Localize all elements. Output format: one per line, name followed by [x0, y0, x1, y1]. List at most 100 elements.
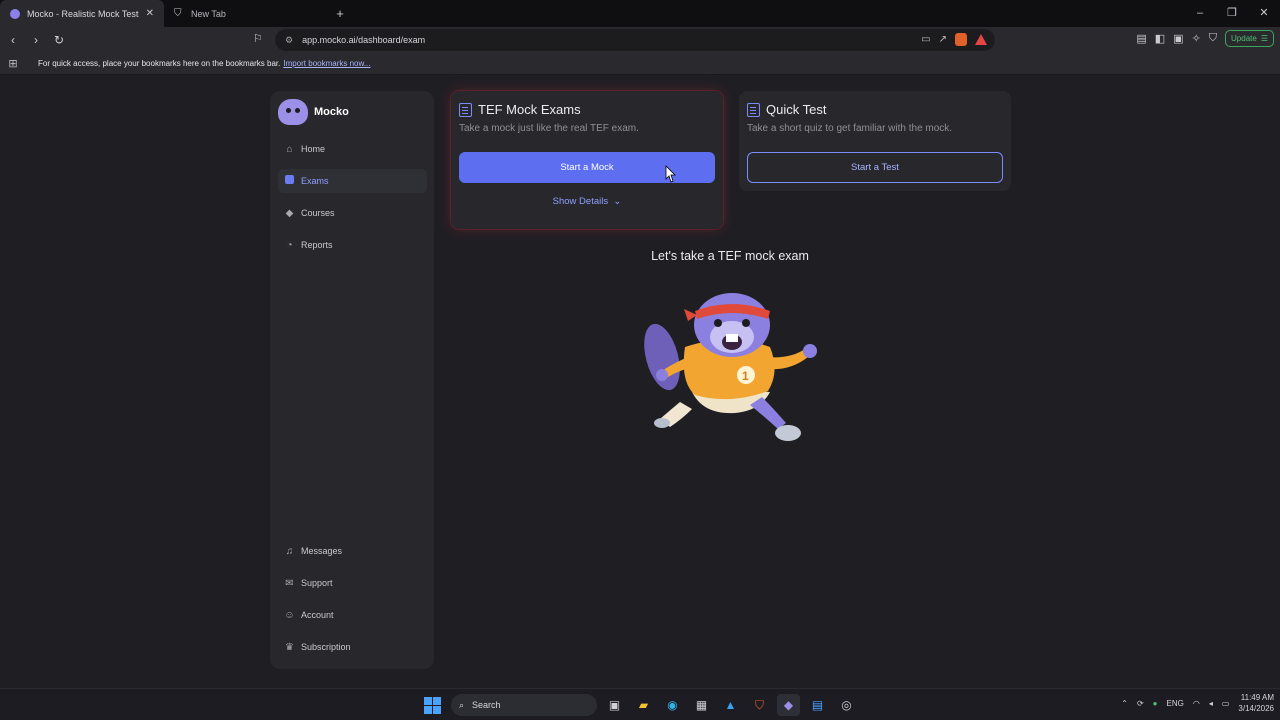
forward-icon[interactable]: ›: [26, 33, 46, 47]
sidebar-item-support[interactable]: ✉ Support: [278, 571, 427, 595]
tab-new-tab[interactable]: ⛉ New Tab: [164, 0, 328, 27]
mocko-favicon-icon: [10, 8, 20, 19]
apps-grid-icon[interactable]: ⊞: [0, 57, 26, 70]
windows-taskbar: ⌕ Search ▣ ▰ ◉ ▦ ▲ ⛉ ◆ ▤ ◎ ⌃ ⟳ ● ENG ◠ ◂…: [0, 688, 1280, 720]
system-tray: ⌃ ⟳ ● ENG ◠ ◂ ▭ 11:49 AM 3/14/2026: [1121, 692, 1274, 714]
update-button[interactable]: Update ☰: [1225, 30, 1274, 47]
file-explorer-icon[interactable]: ▰: [632, 694, 655, 716]
edge-icon[interactable]: ◉: [661, 694, 684, 716]
chart-pie-icon: ◔: [286, 239, 293, 251]
url-field[interactable]: ⚙ app.mocko.ai/dashboard/exam ▭ ↗: [275, 29, 995, 51]
sidebar-item-label: Support: [301, 578, 333, 588]
taskbar-apps: ⌕ Search ▣ ▰ ◉ ▦ ▲ ⛉ ◆ ▤ ◎: [424, 694, 858, 716]
quick-test-card: Quick Test Take a short quiz to get fami…: [739, 91, 1011, 191]
home-icon: ⌂: [286, 143, 293, 155]
chevron-up-icon[interactable]: ⌃: [1121, 699, 1128, 708]
sidebar-item-label: Subscription: [301, 642, 351, 652]
url-text: app.mocko.ai/dashboard/exam: [302, 35, 426, 45]
microsoft-store-icon[interactable]: ▦: [690, 694, 713, 716]
new-tab-button[interactable]: +: [328, 6, 352, 21]
toolbar-right: ▤ ◧ ▣ ✧ ⛉ Update ☰: [1136, 30, 1274, 47]
microphone-icon[interactable]: ●: [1153, 699, 1158, 708]
brand-name: Mocko: [314, 106, 349, 118]
mouse-cursor-icon: [665, 165, 676, 183]
exam-prompt: Let's take a TEF mock exam: [651, 249, 809, 263]
card-header: TEF Mock Exams: [459, 102, 715, 117]
bookmark-icon[interactable]: ⚐: [253, 32, 263, 45]
brave-shield-icon: ⛉: [174, 7, 182, 19]
search-label: Search: [472, 700, 501, 710]
time: 11:49 AM: [1240, 693, 1274, 702]
bookmarks-message: For quick access, place your bookmarks h…: [38, 59, 281, 68]
volume-icon[interactable]: ◂: [1209, 699, 1213, 708]
language-indicator[interactable]: ENG: [1167, 699, 1184, 708]
brand[interactable]: Mocko: [278, 99, 349, 125]
wallet-icon[interactable]: ▣: [1173, 32, 1183, 45]
brave-shields-icon[interactable]: [955, 33, 967, 46]
app-store-icon[interactable]: ▲: [719, 694, 742, 716]
restore-icon[interactable]: ❐: [1216, 0, 1248, 27]
chevron-down-icon: ⌄: [610, 196, 622, 207]
show-details-label: Show Details: [552, 196, 609, 207]
user-icon: ☺: [284, 609, 295, 621]
close-window-icon[interactable]: ✕: [1248, 0, 1280, 27]
chrome-icon[interactable]: ◎: [835, 694, 858, 716]
sidebar-item-courses[interactable]: ◆ Courses: [278, 201, 427, 225]
clock[interactable]: 11:49 AM 3/14/2026: [1238, 692, 1274, 714]
taskbar-search[interactable]: ⌕ Search: [451, 694, 597, 716]
vpn-icon[interactable]: ⛉: [1209, 32, 1217, 45]
close-tab-icon[interactable]: ✕: [146, 8, 154, 19]
sidebar-item-exams[interactable]: Exams: [278, 169, 427, 193]
sync-icon[interactable]: ⟳: [1137, 699, 1144, 708]
update-label: Update: [1231, 34, 1257, 43]
brave-browser-icon[interactable]: ⛉: [748, 694, 771, 716]
sidebar-item-label: Home: [301, 144, 326, 154]
wifi-icon[interactable]: ◠: [1193, 699, 1200, 708]
clipboard-icon: [747, 102, 760, 117]
sidebar-item-messages[interactable]: ♫ Messages: [278, 539, 427, 563]
card-subtitle: Take a mock just like the real TEF exam.: [459, 123, 639, 134]
reader-mode-icon[interactable]: ▤: [1136, 32, 1146, 45]
url-actions: ▭ ↗: [921, 33, 987, 46]
import-bookmarks-link[interactable]: Import bookmarks now...: [283, 59, 370, 68]
mocko-logo-icon: [278, 99, 308, 125]
tab-mocko[interactable]: Mocko - Realistic Mock Tests wi ✕: [0, 0, 164, 27]
sidebar-item-label: Messages: [301, 546, 343, 556]
battery-icon[interactable]: ▭: [1222, 699, 1230, 708]
card-header: Quick Test: [747, 102, 1003, 117]
card-title: TEF Mock Exams: [478, 102, 581, 117]
date: 3/14/2026: [1238, 704, 1274, 713]
sidebar-item-reports[interactable]: ◔ Reports: [278, 233, 427, 257]
leo-ai-icon[interactable]: ✧: [1192, 32, 1201, 45]
bookmarks-bar: ⊞ For quick access, place your bookmarks…: [0, 53, 1280, 75]
task-view-icon[interactable]: ▣: [603, 694, 626, 716]
svg-text:1: 1: [742, 369, 749, 383]
graduation-cap-icon: ◆: [285, 207, 294, 219]
crown-icon: ♛: [285, 641, 294, 653]
notepad-icon[interactable]: ▤: [806, 694, 829, 716]
site-settings-icon[interactable]: ⚙: [285, 35, 293, 46]
document-icon: [459, 102, 472, 117]
reload-icon[interactable]: ↻: [49, 33, 69, 47]
sidebar: Mocko ⌂ Home Exams ◆ Courses ◔ Reports ♫…: [270, 91, 434, 669]
tab-title: New Tab: [191, 8, 226, 19]
start-test-button[interactable]: Start a Test: [747, 152, 1003, 183]
bell-icon: ♫: [285, 545, 294, 557]
brave-rewards-icon[interactable]: [975, 34, 987, 45]
minimize-icon[interactable]: –: [1184, 0, 1216, 27]
mocko-app-icon[interactable]: ◆: [777, 694, 800, 716]
mail-icon: ✉: [285, 577, 294, 589]
card-title: Quick Test: [766, 102, 827, 117]
sidebar-toggle-icon[interactable]: ◧: [1155, 32, 1165, 45]
back-icon[interactable]: ‹: [3, 33, 23, 47]
share-icon[interactable]: ↗: [939, 34, 947, 45]
exams-icon: [284, 175, 295, 187]
sidebar-item-home[interactable]: ⌂ Home: [278, 137, 427, 161]
sidebar-item-subscription[interactable]: ♛ Subscription: [278, 635, 427, 659]
cast-icon[interactable]: ▭: [921, 34, 930, 45]
sidebar-item-label: Account: [301, 610, 334, 620]
windows-start-icon[interactable]: [424, 696, 441, 714]
show-details-button[interactable]: Show Details ⌄: [459, 196, 715, 207]
sidebar-item-account[interactable]: ☺ Account: [278, 603, 427, 627]
search-icon: ⌕: [459, 699, 465, 710]
